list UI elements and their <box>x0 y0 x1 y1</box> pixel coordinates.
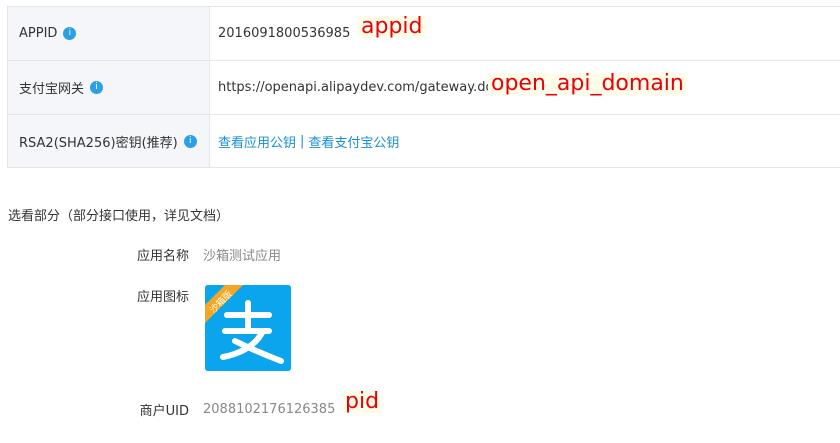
app-icon-label: 应用图标 <box>136 289 189 305</box>
info-icon[interactable]: i <box>183 134 197 148</box>
gateway-row: 支付宝网关 i https://openapi.alipaydev.com/ga… <box>8 61 840 115</box>
merchant-uid-field: 商户UID 2088102176126385 <box>109 399 336 419</box>
appid-annotation: appid <box>358 16 426 38</box>
app-name-label: 应用名称 <box>136 248 189 264</box>
view-app-public-key-link[interactable]: 查看应用公钥 <box>218 132 296 151</box>
gateway-value: https://openapi.alipaydev.com/gateway.do <box>218 80 494 95</box>
open-api-domain-annotation: open_api_domain <box>488 73 687 95</box>
merchant-uid-value: 2088102176126385 <box>203 401 336 417</box>
rsa-key-row: RSA2(SHA256)密钥(推荐) i 查看应用公钥 | 查看支付宝公钥 <box>8 115 840 168</box>
info-icon[interactable]: i <box>63 27 77 40</box>
view-alipay-public-key-link[interactable]: 查看支付宝公钥 <box>308 132 399 151</box>
rsa-label: RSA2(SHA256)密钥(推荐) <box>19 135 178 151</box>
gateway-label-cell: 支付宝网关 i <box>8 61 210 114</box>
pid-annotation: pid <box>342 391 383 413</box>
merchant-uid-label: 商户UID <box>139 403 189 419</box>
rsa-value-cell: 查看应用公钥 | 查看支付宝公钥 <box>210 115 840 167</box>
appid-label: APPID <box>19 26 58 41</box>
app-icon-image: 沙箱版 <box>205 285 291 371</box>
gateway-label: 支付宝网关 <box>19 82 85 97</box>
optional-section-title: 选看部分（部分接口使用，详见文档） <box>8 209 230 224</box>
app-icon-field: 应用图标 <box>109 285 203 305</box>
app-name-field: 应用名称 沙箱测试应用 <box>109 244 281 264</box>
appid-value: 2016091800536985 <box>218 26 351 41</box>
app-name-value: 沙箱测试应用 <box>203 248 282 264</box>
link-separator: | <box>300 133 305 149</box>
rsa-label-cell: RSA2(SHA256)密钥(推荐) i <box>8 115 210 167</box>
appid-label-cell: APPID i <box>8 7 210 60</box>
info-icon[interactable]: i <box>90 81 104 94</box>
appid-value-cell: 2016091800536985 <box>210 7 840 60</box>
